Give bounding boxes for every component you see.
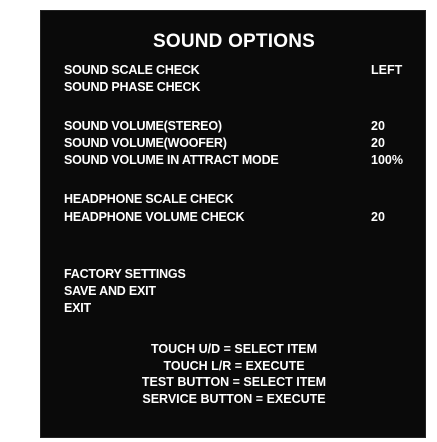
sound-volume-attract-mode-value: 100% (371, 153, 403, 167)
help-line-service-button: SERVICE BUTTON = EXECUTE (142, 392, 326, 406)
headphone-volume-check-value: 20 (371, 210, 385, 224)
sound-volume-woofer-value: 20 (371, 136, 385, 150)
screen-title: SOUND OPTIONS (152, 31, 315, 52)
menu-item-save-and-exit[interactable]: SAVE AND EXIT (64, 284, 156, 298)
help-line-touch-lr: TOUCH L/R = EXECUTE (163, 359, 305, 373)
menu-item-factory-settings[interactable]: FACTORY SETTINGS (64, 267, 186, 281)
help-line-test-button: TEST BUTTON = SELECT ITEM (141, 375, 327, 389)
menu-item-sound-phase-check[interactable]: SOUND PHASE CHECK (64, 80, 200, 94)
sound-scale-check-value: LEFT (371, 63, 403, 77)
sound-options-screen: SOUND OPTIONS SOUND SCALE CHECK LEFT SOU… (40, 10, 426, 438)
menu-item-exit[interactable]: EXIT (64, 301, 91, 315)
menu-item-headphone-volume-check[interactable]: HEADPHONE VOLUME CHECK (64, 210, 245, 224)
help-line-touch-ud: TOUCH U/D = SELECT ITEM (150, 342, 318, 356)
menu-item-sound-volume-attract-mode[interactable]: SOUND VOLUME IN ATTRACT MODE (64, 153, 279, 167)
sound-volume-stereo-value: 20 (371, 119, 385, 133)
menu-item-sound-volume-woofer[interactable]: SOUND VOLUME(WOOFER) (64, 136, 227, 150)
menu-item-headphone-scale-check[interactable]: HEADPHONE SCALE CHECK (64, 192, 234, 206)
menu-item-sound-volume-stereo[interactable]: SOUND VOLUME(STEREO) (64, 119, 222, 133)
menu-item-sound-scale-check[interactable]: SOUND SCALE CHECK (64, 63, 200, 77)
